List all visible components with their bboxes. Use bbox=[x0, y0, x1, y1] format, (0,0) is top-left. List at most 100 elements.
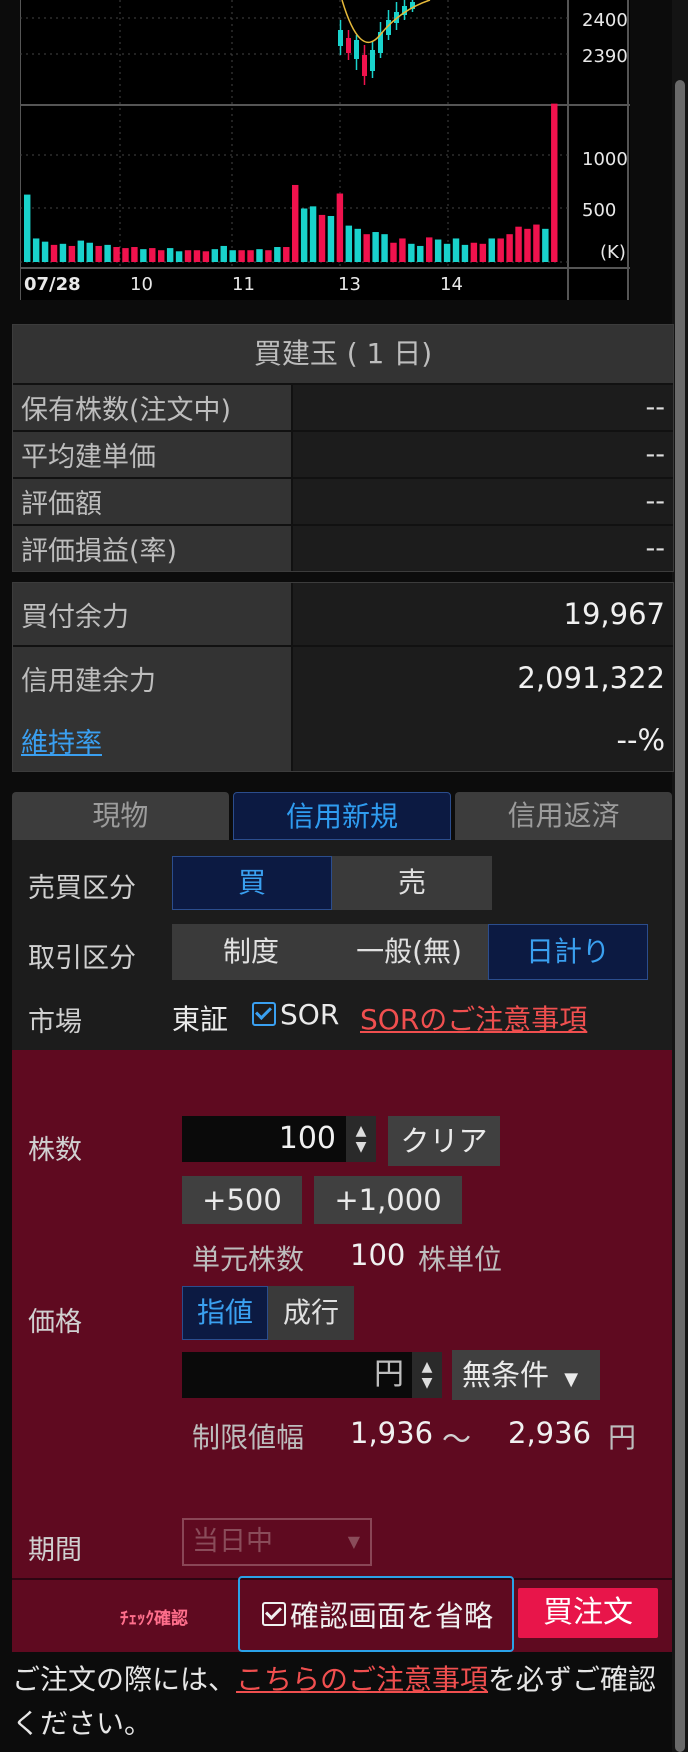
trade-type-label: 取引区分 bbox=[28, 943, 136, 974]
fund-row-label: 信用建余力 bbox=[13, 647, 293, 709]
price-input[interactable]: 円 bbox=[182, 1352, 414, 1398]
position-panel: 買建玉 ( 1 日) 保有株数(注文中) -- 平均建単価 -- 評価額 -- 評価損益(率… bbox=[12, 324, 674, 572]
position-row-value: -- bbox=[293, 385, 673, 430]
side-label: 売買区分 bbox=[28, 873, 136, 904]
price-type-market[interactable]: 成行 bbox=[268, 1286, 354, 1340]
volume-bar bbox=[399, 238, 406, 262]
volume-bar bbox=[390, 242, 397, 262]
limit-label: 制限値幅 bbox=[192, 1421, 305, 1454]
footer-notice: ご注文の際には、こちらのご注意事項を必ずご確認ください。 bbox=[12, 1658, 672, 1746]
volume-bar bbox=[149, 248, 156, 262]
maintenance-rate-link[interactable]: 維持率 bbox=[21, 721, 102, 760]
caret-down-icon: ▼ bbox=[564, 1369, 579, 1390]
date-tick-label: 11 bbox=[232, 274, 255, 295]
volume-bar bbox=[122, 248, 129, 262]
volume-tick-label: 1000 bbox=[582, 149, 628, 170]
position-row: 評価損益(率) -- bbox=[13, 526, 673, 571]
volume-bar bbox=[542, 228, 549, 262]
trade-type-standard[interactable]: 制度 bbox=[172, 924, 330, 980]
volume-bar bbox=[202, 251, 210, 262]
maintenance-rate-value: --% bbox=[293, 709, 673, 771]
volume-bar bbox=[300, 208, 308, 262]
plus-1000-button[interactable]: +1,000 bbox=[314, 1176, 462, 1224]
volume-bar bbox=[533, 224, 540, 262]
unit-value: 100 bbox=[350, 1238, 406, 1272]
volume-bar bbox=[256, 249, 263, 262]
volume-bar bbox=[220, 245, 227, 262]
price-unit: 円 bbox=[374, 1357, 404, 1392]
volume-bar bbox=[131, 247, 138, 262]
chevron-up-icon[interactable]: ▲ bbox=[422, 1359, 433, 1375]
date-tick-label: 07/28 bbox=[24, 274, 81, 295]
volume-bar bbox=[461, 244, 469, 262]
side-buy-option[interactable]: 買 bbox=[172, 856, 332, 910]
fund-row-value: 19,967 bbox=[293, 583, 673, 645]
period-select[interactable]: 当日中 ▼ bbox=[182, 1518, 372, 1566]
qty-input[interactable]: 100 bbox=[182, 1116, 346, 1162]
volume-bar bbox=[309, 206, 317, 262]
qty-stepper[interactable]: ▲ ▼ bbox=[346, 1116, 376, 1162]
trade-type-general[interactable]: 一般(無) bbox=[330, 924, 488, 980]
volume-bar bbox=[479, 243, 487, 262]
buy-order-button[interactable]: 買注文 bbox=[518, 1588, 658, 1638]
fund-row: 信用建余力 2,091,322 bbox=[13, 647, 673, 709]
tab-cash[interactable]: 現物 bbox=[12, 792, 229, 840]
plus-500-button[interactable]: +500 bbox=[182, 1176, 302, 1224]
volume-bar bbox=[229, 250, 236, 262]
position-row-value: -- bbox=[293, 526, 673, 571]
chevron-up-icon[interactable]: ▲ bbox=[356, 1123, 367, 1139]
qty-label: 株数 bbox=[28, 1135, 82, 1166]
volume-bar bbox=[166, 248, 174, 262]
volume-bar bbox=[506, 234, 513, 262]
trade-type-daytrade[interactable]: 日計り bbox=[488, 924, 648, 980]
volume-bar bbox=[372, 232, 379, 262]
scrollbar-thumb[interactable] bbox=[675, 80, 685, 1752]
price-stepper[interactable]: ▲ ▼ bbox=[412, 1352, 442, 1398]
volume-bar bbox=[292, 184, 299, 262]
volume-bar bbox=[318, 214, 326, 262]
price-type-limit[interactable]: 指値 bbox=[182, 1286, 268, 1340]
tab-margin-new[interactable]: 信用新規 bbox=[232, 792, 452, 840]
market-value: 東証 bbox=[172, 1003, 229, 1036]
position-row-label: 評価損益(率) bbox=[13, 526, 293, 571]
volume-bar bbox=[175, 251, 183, 262]
check-confirm-note: ﾁｪｯｸ確認 bbox=[120, 1609, 188, 1629]
volume-bar bbox=[452, 238, 460, 262]
volume-bar bbox=[408, 243, 415, 262]
chevron-down-icon[interactable]: ▼ bbox=[356, 1139, 367, 1155]
order-form-main: 株数 100 ▲ ▼ クリア +500 +1,000 単元株数 100 株単位 価… bbox=[12, 1050, 672, 1652]
chevron-down-icon[interactable]: ▼ bbox=[422, 1375, 433, 1391]
sor-label: SOR bbox=[280, 998, 340, 1031]
tab-margin-close[interactable]: 信用返済 bbox=[455, 792, 673, 840]
volume-bar bbox=[497, 238, 504, 262]
price-chart: 2400 2390 1000 500 (K) 07/28 10 11 13 14 bbox=[20, 0, 630, 300]
checkbox-checked-icon bbox=[252, 1002, 276, 1026]
volume-bar bbox=[24, 194, 31, 262]
volume-bar bbox=[32, 238, 40, 262]
sor-notice-link[interactable]: SORのご注意事項 bbox=[360, 998, 587, 1038]
volume-bar bbox=[443, 243, 451, 262]
date-tick-label: 13 bbox=[338, 274, 361, 295]
volume-bar bbox=[336, 193, 344, 262]
volume-bar bbox=[345, 225, 353, 262]
period-value: 当日中 bbox=[192, 1526, 273, 1557]
skip-confirm-label: 確認画面を省略 bbox=[290, 1599, 494, 1633]
volume-bar bbox=[247, 250, 254, 262]
volume-bar bbox=[193, 250, 201, 262]
fund-row-value: 2,091,322 bbox=[293, 647, 673, 709]
date-tick-label: 10 bbox=[130, 274, 153, 295]
sor-checkbox[interactable]: SOR bbox=[252, 998, 339, 1031]
volume-bar bbox=[104, 244, 111, 262]
fund-row-label: 買付余力 bbox=[13, 583, 293, 645]
condition-select[interactable]: 無条件 ▼ bbox=[452, 1350, 600, 1400]
skip-confirm-checkbox[interactable]: 確認画面を省略 bbox=[238, 1576, 514, 1652]
footer-notice-link[interactable]: こちらのご注意事項 bbox=[236, 1663, 488, 1696]
clear-button[interactable]: クリア bbox=[388, 1116, 500, 1166]
side-sell-option[interactable]: 売 bbox=[332, 856, 492, 910]
volume-bar bbox=[41, 241, 49, 262]
price-type-segment: 指値 成行 bbox=[182, 1286, 354, 1340]
checkbox-checked-icon bbox=[262, 1602, 286, 1626]
order-tabs: 現物 信用新規 信用返済 bbox=[12, 792, 673, 840]
condition-value: 無条件 bbox=[462, 1358, 550, 1392]
position-row-label: 評価額 bbox=[13, 479, 293, 524]
